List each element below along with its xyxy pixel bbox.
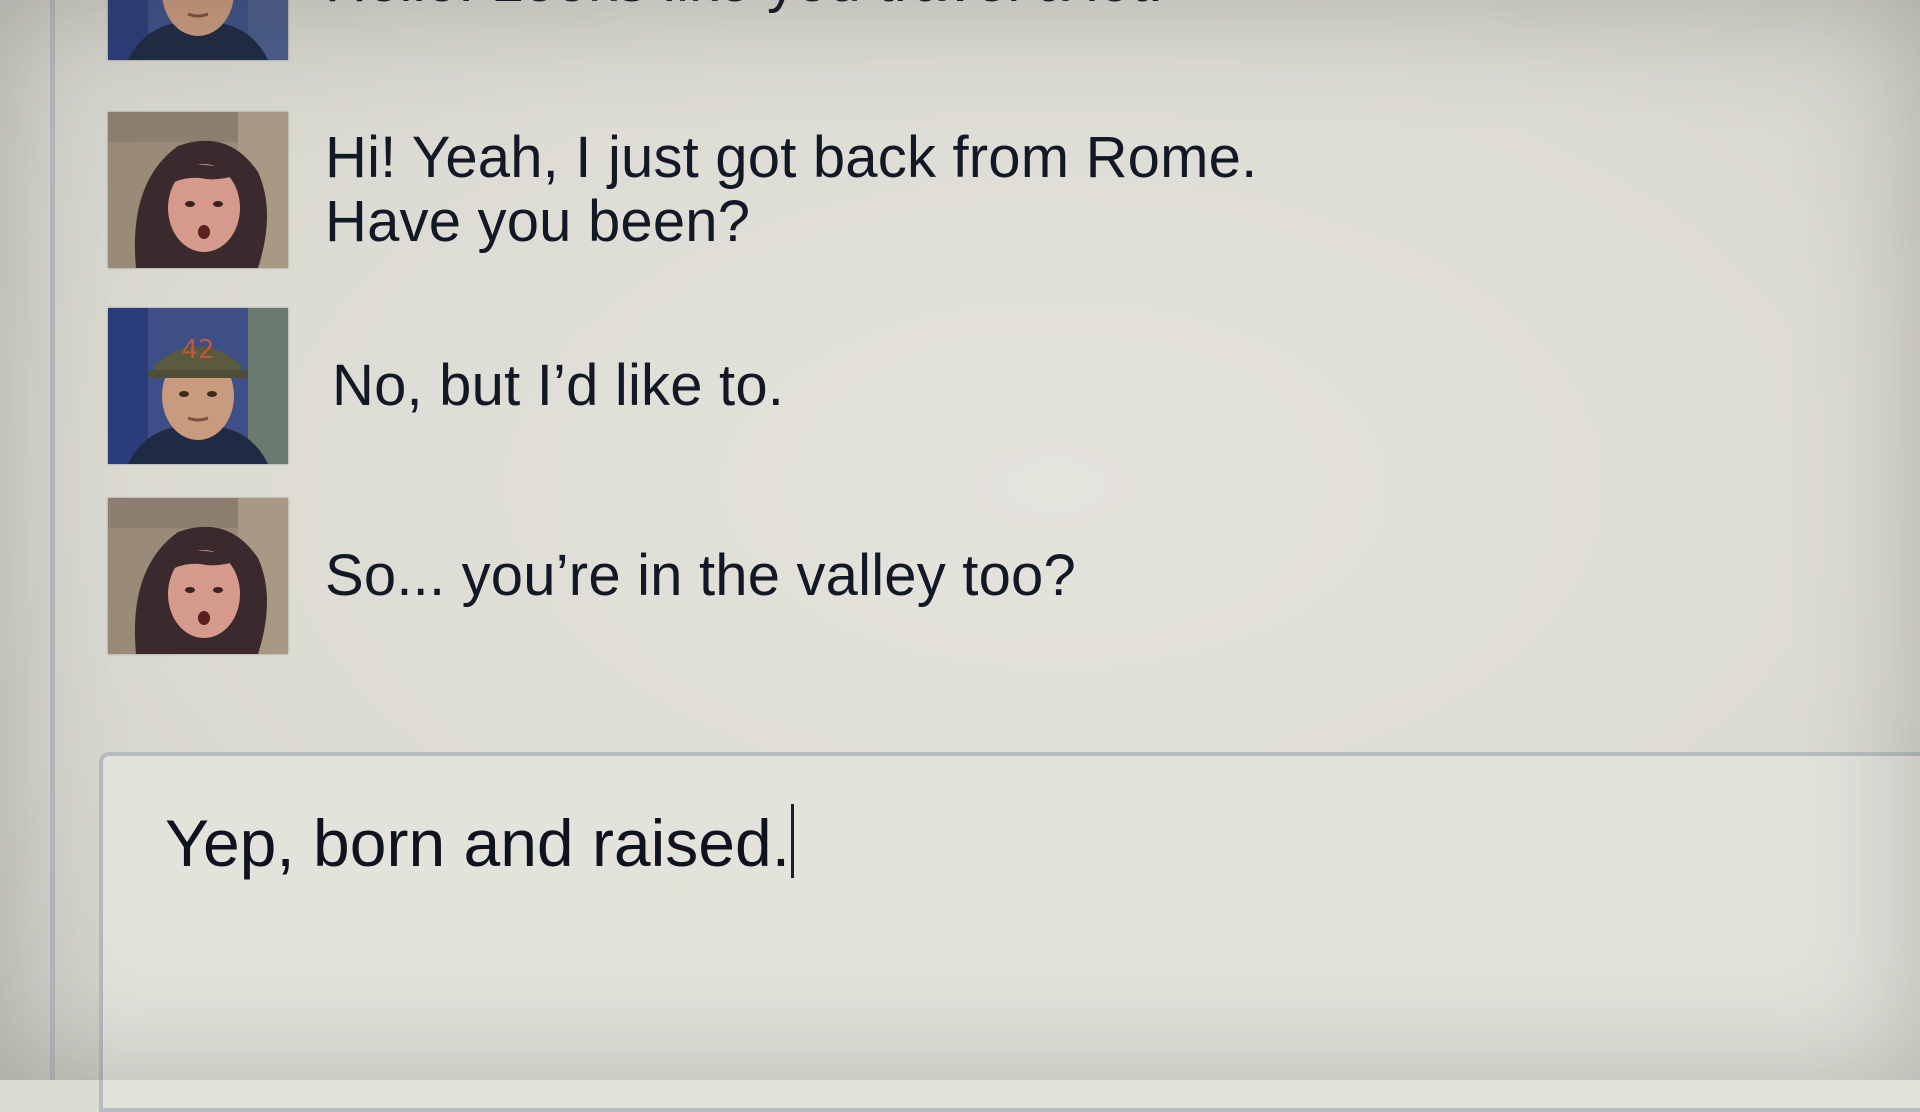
left-divider [50,0,55,1080]
message-text: No, but I’d like to. [332,354,784,418]
message-input-value: Yep, born and raised. [165,806,791,880]
message-input[interactable]: Yep, born and raised. [99,752,1920,1112]
message-line: So... you’re in the valley too? [325,543,1076,608]
message-line: Hello! Looks like you travel a lot. [325,0,1164,14]
message-line: Hi! Yeah, I just got back from Rome. [325,125,1258,190]
message-text: Hello! Looks like you travel a lot. [325,0,1164,14]
message-line: No, but I’d like to. [332,353,785,418]
chat-message: 42 Hello! Looks like you travel a lot. [108,0,1164,60]
chat-screen: 42 Hello! Looks like you travel a lot. [0,0,1920,1112]
message-input-text: Yep, born and raised. [165,804,795,882]
avatar-man[interactable]: 42 [108,308,288,464]
chat-message: So... you’re in the valley too? [108,498,1076,654]
message-text: So... you’re in the valley too? [325,544,1076,608]
message-line: Have you been? [325,189,751,254]
svg-text:42: 42 [181,335,214,365]
avatar-man[interactable]: 42 [108,0,288,60]
message-text: Hi! Yeah, I just got back from Rome. Hav… [325,126,1257,254]
avatar-woman[interactable] [108,498,288,654]
chat-message: Hi! Yeah, I just got back from Rome. Hav… [108,112,1257,268]
avatar-woman[interactable] [108,112,288,268]
text-caret [791,804,795,878]
chat-message: 42 No, but I’d like to. [108,308,784,464]
